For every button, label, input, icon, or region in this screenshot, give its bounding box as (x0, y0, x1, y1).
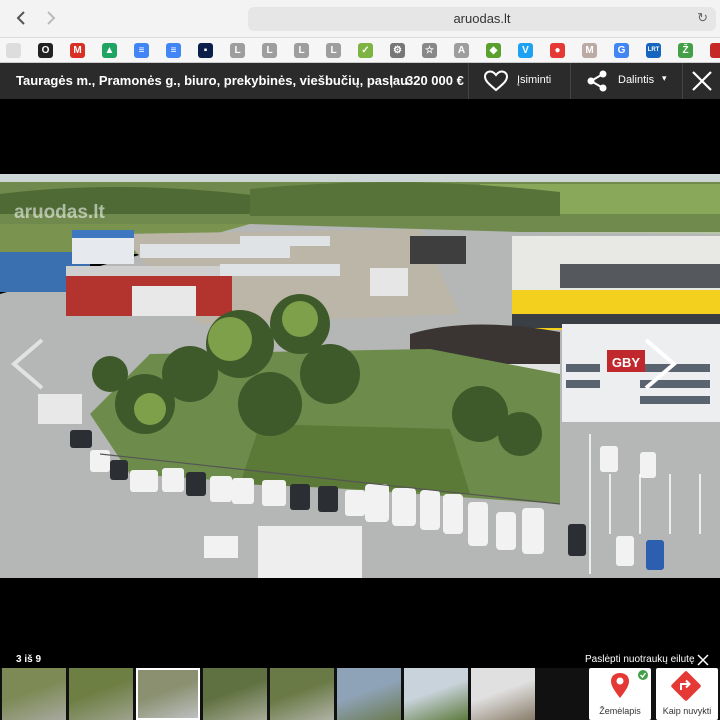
thumb-4[interactable] (203, 668, 267, 720)
share-label: Dalintis (618, 74, 655, 86)
bookmark-bookmark-l-4[interactable]: L (326, 43, 341, 58)
bookmarks-bar: O M ▲ ≡ ≡ ▪ L L L L ✓ ⚙ ☆ A ◆ V ● M G LRT Ž (0, 38, 720, 63)
hide-thumbnails-link[interactable]: Paslėpti nuotraukų eilutę (585, 654, 695, 665)
bookmark-gmail[interactable]: M (70, 43, 85, 58)
heart-icon (483, 70, 509, 92)
thumb-3[interactable] (136, 668, 200, 720)
back-button[interactable] (12, 8, 32, 28)
bookmark-bookmark-z[interactable]: Ž (678, 43, 693, 58)
bookmark-bookmark-a[interactable]: A (454, 43, 469, 58)
bookmark-bookmark-red[interactable]: ● (550, 43, 565, 58)
share-button[interactable]: Dalintis ▾ (570, 63, 682, 99)
aerial-photo: GBY aruodas.lt (0, 174, 720, 578)
thumb-7[interactable] (404, 668, 468, 720)
close-icon (692, 71, 712, 91)
aruodas-watermark: aruodas.lt (14, 202, 105, 223)
listing-photo: GBY aruodas.lt (0, 174, 720, 578)
thumb-5[interactable] (270, 668, 334, 720)
save-button[interactable]: Įsiminti (468, 63, 570, 99)
map-pin-icon (611, 670, 648, 698)
map-button[interactable]: Žemėlapis (589, 668, 651, 720)
thumb-2[interactable] (69, 668, 133, 720)
thumbnail-strip: Žemėlapis Kaip nuvykti (0, 668, 720, 720)
address-bar[interactable]: aruodas.lt ↻ (248, 7, 716, 31)
close-button[interactable] (682, 63, 720, 99)
previous-photo-button[interactable] (6, 324, 46, 404)
bookmark-google[interactable]: G (614, 43, 629, 58)
bookmark-bookmark-v[interactable]: V (518, 43, 533, 58)
chevron-left-icon (10, 338, 44, 390)
bookmark-drive[interactable]: ▲ (102, 43, 117, 58)
bookmark-bookmark-7[interactable]: ▪ (198, 43, 213, 58)
close-icon[interactable] (697, 654, 709, 666)
listing-header: Tauragės m., Pramonės g., biuro, prekybi… (0, 63, 720, 99)
chevron-left-icon (16, 11, 25, 25)
bookmark-bookmark-gear[interactable]: ⚙ (390, 43, 405, 58)
bookmark-bookmark-last[interactable] (710, 43, 720, 58)
gallery-info-bar: 3 iš 9 Paslėpti nuotraukų eilutę (0, 653, 720, 667)
bookmark-bookmark-star[interactable]: ☆ (422, 43, 437, 58)
bookmark-docs[interactable]: ≡ (134, 43, 149, 58)
listing-title: Tauragės m., Pramonės g., biuro, prekybi… (16, 73, 409, 88)
bookmark-bookmark-chat[interactable]: ✓ (358, 43, 373, 58)
chevron-right-icon (644, 338, 678, 390)
bookmark-bookmark-puzzle[interactable]: ◆ (486, 43, 501, 58)
gby-sign: GBY (612, 355, 641, 370)
bookmark-bookmark-1[interactable] (6, 43, 21, 58)
share-icon (587, 70, 607, 92)
save-label: Įsiminti (517, 74, 552, 86)
directions-button[interactable]: Kaip nuvykti (656, 668, 718, 720)
listing-price: 320 000 € ( (406, 73, 472, 88)
directions-icon (671, 671, 701, 701)
thumb-8[interactable] (471, 668, 535, 720)
bookmark-bookmark-lrt[interactable]: LRT (646, 43, 661, 58)
forward-button[interactable] (40, 8, 60, 28)
bookmark-bookmark-m[interactable]: M (582, 43, 597, 58)
chevron-right-icon (47, 11, 56, 25)
chevron-down-icon: ▾ (662, 73, 667, 83)
map-label: Žemėlapis (599, 706, 641, 716)
bookmark-bookmark-l-2[interactable]: L (262, 43, 277, 58)
directions-label: Kaip nuvykti (662, 706, 712, 716)
reload-icon[interactable]: ↻ (697, 10, 708, 26)
thumb-6[interactable] (337, 668, 401, 720)
title-separator: | (390, 73, 394, 88)
photo-counter: 3 iš 9 (16, 654, 42, 665)
url-text: aruodas.lt (453, 11, 511, 26)
browser-toolbar: aruodas.lt ↻ (0, 0, 720, 38)
next-photo-button[interactable] (642, 324, 682, 404)
bookmark-docs-2[interactable]: ≡ (166, 43, 181, 58)
bookmark-bookmark-2[interactable]: O (38, 43, 53, 58)
thumb-1[interactable] (2, 668, 66, 720)
bookmark-bookmark-l-3[interactable]: L (294, 43, 309, 58)
bookmark-bookmark-l-1[interactable]: L (230, 43, 245, 58)
